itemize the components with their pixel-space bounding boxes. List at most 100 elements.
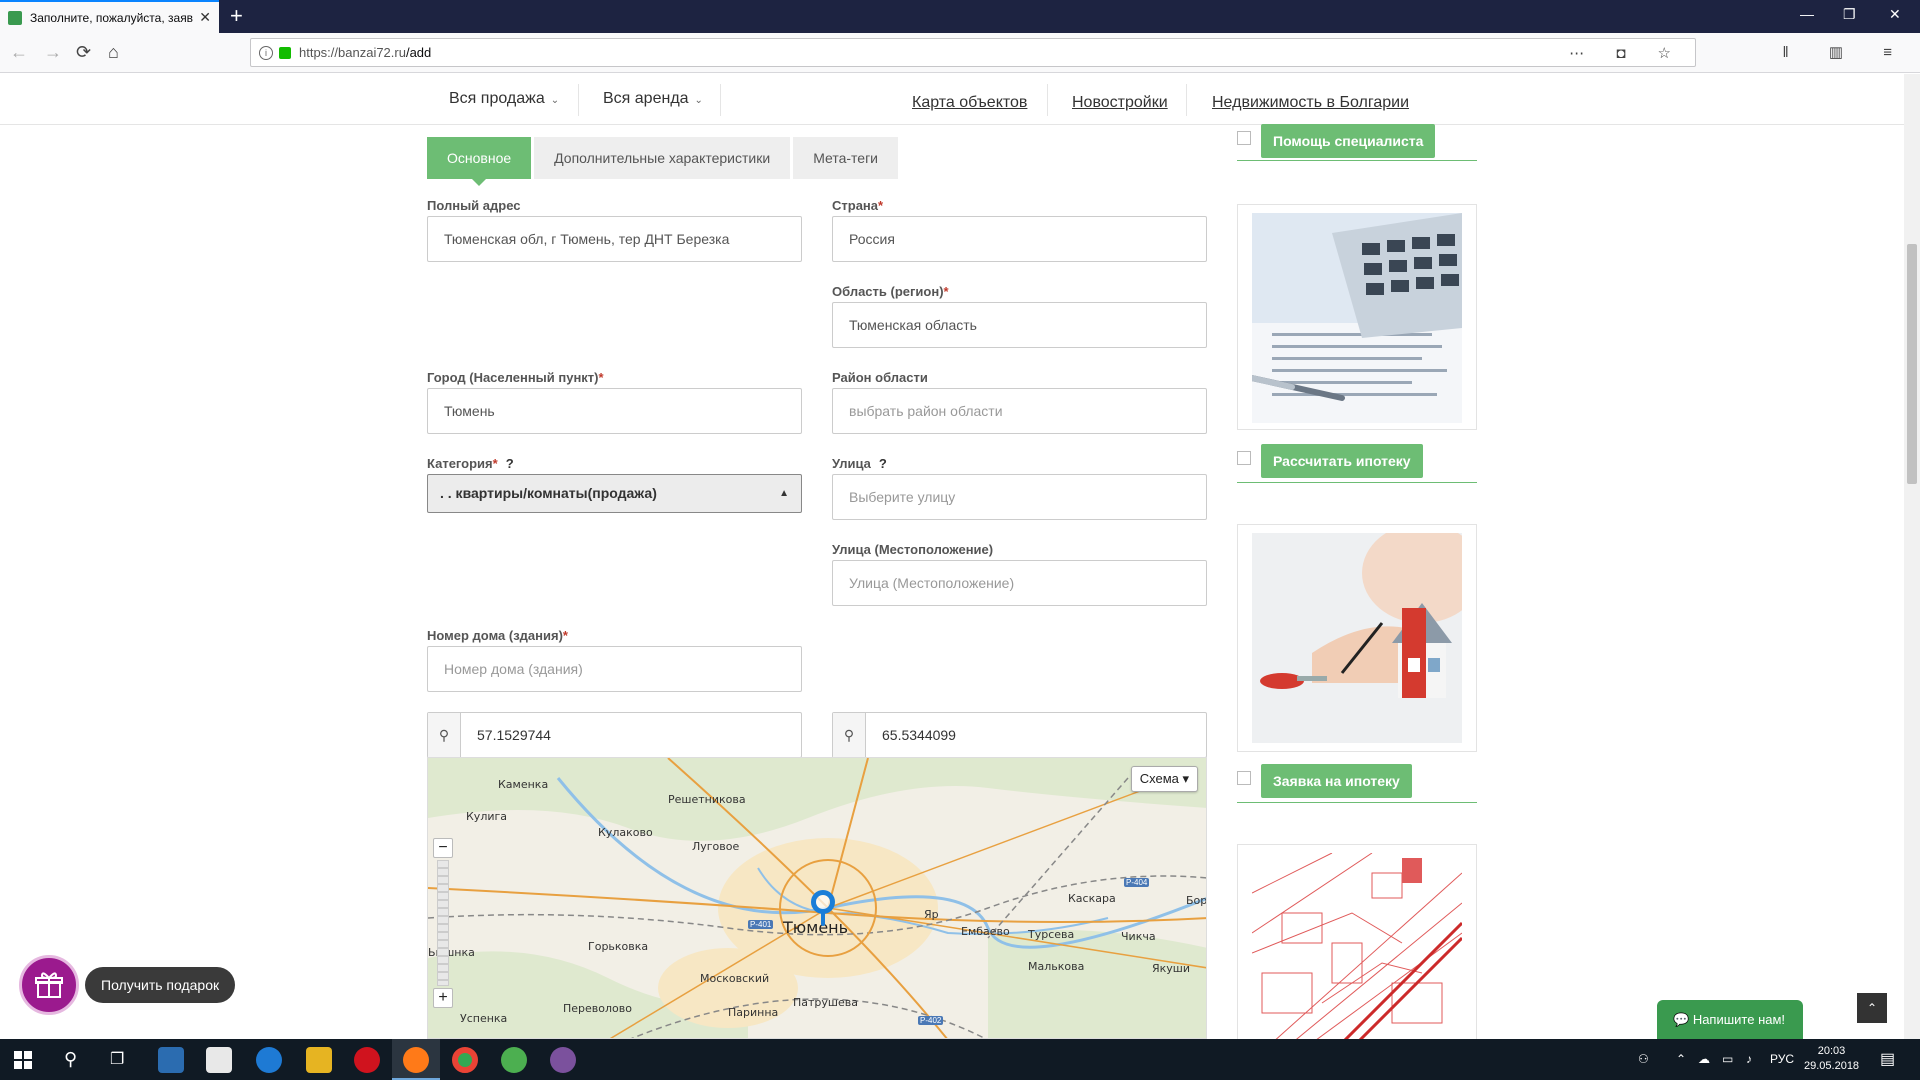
minimize-icon[interactable]: — bbox=[1800, 6, 1814, 22]
onedrive-icon[interactable]: ☁ bbox=[1698, 1039, 1710, 1080]
tray-chevron-icon[interactable]: ⌃ bbox=[1676, 1039, 1686, 1080]
country-input[interactable]: Россия bbox=[832, 216, 1207, 262]
sidebar-checkbox[interactable] bbox=[1237, 451, 1251, 465]
site-info-icon[interactable]: i bbox=[259, 45, 273, 60]
zoom-slider[interactable] bbox=[437, 860, 449, 986]
tab-main[interactable]: Основное bbox=[427, 137, 532, 186]
help-icon[interactable]: ? bbox=[506, 456, 514, 471]
notifications-icon[interactable]: ▤ bbox=[1880, 1039, 1895, 1080]
mortgage-request-card[interactable] bbox=[1237, 524, 1477, 752]
task-view-icon[interactable]: ❐ bbox=[110, 1039, 124, 1080]
cadastral-map-card[interactable] bbox=[1237, 844, 1477, 1039]
gift-label[interactable]: Получить подарок bbox=[85, 967, 236, 1003]
street-label: Улица? bbox=[832, 456, 887, 471]
utorrent-icon[interactable] bbox=[501, 1047, 527, 1073]
district-input[interactable]: выбрать район области bbox=[832, 388, 1207, 434]
forward-icon[interactable]: → bbox=[44, 42, 62, 62]
road-tag: Р-404 bbox=[1124, 878, 1150, 887]
map-city-label: Тюмень bbox=[783, 918, 849, 937]
input-language[interactable]: РУС bbox=[1770, 1039, 1794, 1080]
volume-icon[interactable]: ♪ bbox=[1746, 1039, 1752, 1080]
chrome-icon[interactable] bbox=[452, 1047, 478, 1073]
scrollbar-thumb[interactable] bbox=[1907, 244, 1917, 484]
district-label: Район области bbox=[832, 370, 928, 385]
help-specialist-button[interactable]: Помощь специалиста bbox=[1261, 124, 1436, 158]
map[interactable]: Каменка Кулига Решетникова Кулаково Луго… bbox=[427, 757, 1207, 1039]
mail-icon[interactable] bbox=[206, 1047, 232, 1073]
windows-start-icon[interactable] bbox=[14, 1051, 32, 1069]
firefox-icon[interactable] bbox=[403, 1047, 429, 1073]
viber-icon[interactable] bbox=[550, 1047, 576, 1073]
taskbar-clock[interactable]: 20:03 29.05.2018 bbox=[1804, 1044, 1859, 1074]
map-place: Каменка bbox=[498, 778, 549, 791]
mortgage-calc-card[interactable] bbox=[1237, 204, 1477, 430]
browser-tab[interactable]: Заполните, пожалуйста, заяв ✕ bbox=[0, 0, 219, 33]
house-input[interactable]: Номер дома (здания) bbox=[427, 646, 802, 692]
new-tab-button[interactable]: + bbox=[230, 4, 243, 28]
map-zoom-control[interactable]: − + bbox=[433, 838, 453, 1008]
map-pin-icon: ⚲ bbox=[833, 713, 866, 757]
map-layer-button[interactable]: Схема ▾ bbox=[1130, 766, 1198, 792]
edge-icon[interactable] bbox=[256, 1047, 282, 1073]
page-actions-icons[interactable]: ⋯ ◘ ☆ bbox=[1569, 44, 1685, 62]
window-close-icon[interactable]: ✕ bbox=[1889, 6, 1901, 23]
toolbar-icons[interactable]: ‖ ▥ ≡ bbox=[1783, 43, 1910, 61]
explorer-icon[interactable] bbox=[306, 1047, 332, 1073]
longitude-field[interactable]: ⚲ 65.5344099 bbox=[832, 712, 1207, 758]
road-tag: Р-401 bbox=[748, 920, 774, 929]
nav-link-bulgaria[interactable]: Недвижимость в Болгарии bbox=[1212, 94, 1409, 112]
nav-dropdown-rent[interactable]: Вся аренда ⌄ bbox=[603, 90, 703, 108]
help-icon[interactable]: ? bbox=[879, 456, 887, 471]
home-icon[interactable]: ⌂ bbox=[108, 42, 119, 62]
reload-icon[interactable]: ⟳ bbox=[76, 42, 91, 62]
map-place: Ембаево bbox=[961, 925, 1010, 938]
page-content: Вся продажа ⌄ Вся аренда ⌄ Карта объектов … bbox=[0, 74, 1920, 1039]
tab-meta[interactable]: Мета-теги bbox=[793, 137, 898, 179]
caret-up-icon: ▲ bbox=[779, 488, 789, 499]
nav-dropdown-sale[interactable]: Вся продажа ⌄ bbox=[449, 90, 559, 108]
page-scrollbar[interactable] bbox=[1904, 74, 1920, 1039]
tab-additional[interactable]: Дополнительные характеристики bbox=[534, 137, 791, 179]
store-icon[interactable] bbox=[158, 1047, 184, 1073]
nav-link-map[interactable]: Карта объектов bbox=[912, 94, 1027, 112]
nav-separator bbox=[1047, 84, 1048, 116]
region-input[interactable]: Тюменская область bbox=[832, 302, 1207, 348]
close-tab-icon[interactable]: ✕ bbox=[199, 9, 211, 26]
map-place: Московский bbox=[700, 972, 770, 985]
map-place: Чикча bbox=[1121, 930, 1156, 943]
map-place: Турсева bbox=[1028, 928, 1075, 941]
chevron-down-icon: ⌄ bbox=[694, 95, 703, 106]
street-location-input[interactable]: Улица (Местоположение) bbox=[832, 560, 1207, 606]
city-input[interactable]: Тюмень bbox=[427, 388, 802, 434]
scroll-top-button[interactable]: ⌃ bbox=[1857, 993, 1887, 1023]
latitude-field[interactable]: ⚲ 57.1529744 bbox=[427, 712, 802, 758]
chat-widget-button[interactable]: 💬 Напишите нам! bbox=[1657, 1000, 1803, 1039]
street-input[interactable]: Выберите улицу bbox=[832, 474, 1207, 520]
map-place: Кулига bbox=[466, 810, 508, 823]
chat-icon: 💬 bbox=[1673, 1012, 1693, 1027]
search-icon[interactable]: ⚲ bbox=[64, 1039, 77, 1080]
tab-title: Заполните, пожалуйста, заяв bbox=[30, 10, 194, 25]
calc-mortgage-button[interactable]: Рассчитать ипотеку bbox=[1261, 444, 1423, 478]
people-icon[interactable]: ⚇ bbox=[1638, 1039, 1649, 1080]
nav-link-newbuildings[interactable]: Новостройки bbox=[1072, 94, 1168, 112]
url-bar[interactable]: i https://banzai72.ru/add ⋯ ◘ ☆ bbox=[250, 38, 1696, 67]
restore-icon[interactable]: ❐ bbox=[1843, 6, 1856, 23]
house-label: Номер дома (здания)* bbox=[427, 628, 568, 643]
sidebar-divider bbox=[1237, 482, 1477, 483]
nav-separator bbox=[720, 84, 721, 116]
network-icon[interactable]: ▭ bbox=[1722, 1039, 1733, 1080]
sidebar-checkbox[interactable] bbox=[1237, 131, 1251, 145]
mortgage-request-button[interactable]: Заявка на ипотеку bbox=[1261, 764, 1412, 798]
gift-button[interactable] bbox=[19, 955, 79, 1015]
zoom-out-button[interactable]: − bbox=[433, 838, 453, 858]
opera-icon[interactable] bbox=[354, 1047, 380, 1073]
map-marker-icon[interactable] bbox=[811, 890, 835, 926]
sidebar-checkbox[interactable] bbox=[1237, 771, 1251, 785]
zoom-in-button[interactable]: + bbox=[433, 988, 453, 1008]
back-icon[interactable]: ← bbox=[10, 42, 28, 62]
map-place: Каскара bbox=[1068, 892, 1116, 905]
map-place: Яр bbox=[924, 908, 939, 921]
full-address-input[interactable]: Тюменская обл, г Тюмень, тер ДНТ Березка bbox=[427, 216, 802, 262]
category-select[interactable]: . . квартиры/комнаты(продажа) ▲ bbox=[427, 474, 802, 513]
